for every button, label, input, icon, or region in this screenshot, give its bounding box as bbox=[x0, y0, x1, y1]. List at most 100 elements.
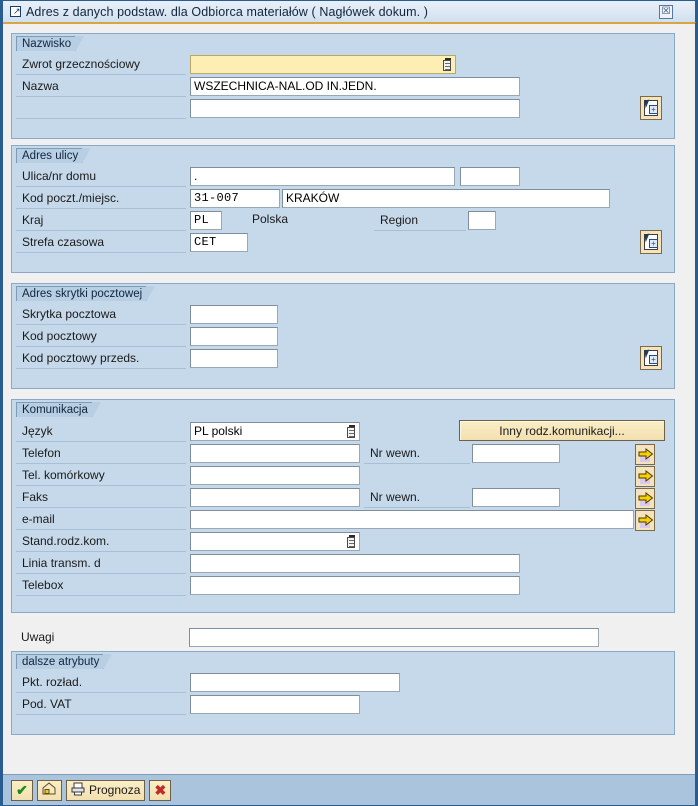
group-dalsze-atrybuty-legend: dalsze atrybuty bbox=[16, 654, 113, 670]
label-zwrot-grzecznosciowy: Zwrot grzecznościowy bbox=[16, 54, 186, 75]
group-komunikacja: Komunikacja Inny rodz.komunikacji... Jęz… bbox=[11, 399, 675, 613]
input-skrytka-pocztowa[interactable] bbox=[190, 305, 278, 324]
bottom-toolbar: ✔ Prognoza ✖ bbox=[3, 774, 695, 805]
label-telebox: Telebox bbox=[16, 575, 186, 596]
row-jezyk: Język PL polski bbox=[12, 421, 676, 442]
close-icon[interactable]: ☒ bbox=[659, 5, 673, 19]
copy-address-button-adres-skrytki[interactable]: + bbox=[640, 346, 662, 370]
lock-house-icon bbox=[42, 781, 57, 799]
label-pod-vat: Pod. VAT bbox=[16, 694, 186, 715]
print-preview-button[interactable]: Prognoza bbox=[66, 779, 146, 801]
group-nazwisko-legend: Nazwisko bbox=[16, 36, 85, 52]
telefon-detail-arrow-button[interactable] bbox=[635, 444, 655, 465]
label-faks-nr-wewn: Nr wewn. bbox=[364, 487, 470, 508]
group-adres-skrytki: Adres skrytki pocztowej Skrytka pocztowa… bbox=[11, 283, 675, 389]
group-adres-ulicy: Adres ulicy Ulica/nr domu . Kod poczt./m… bbox=[11, 145, 675, 273]
label-pkt-rozlad: Pkt. rozład. bbox=[16, 672, 186, 693]
label-jezyk: Język bbox=[16, 421, 186, 442]
email-detail-arrow-button[interactable] bbox=[635, 510, 655, 531]
label-nazwa: Nazwa bbox=[16, 76, 186, 97]
input-nazwa[interactable]: WSZECHNICA-NAL.OD IN.JEDN. bbox=[190, 77, 520, 96]
row-nazwa: Nazwa WSZECHNICA-NAL.OD IN.JEDN. bbox=[12, 76, 676, 97]
input-nr-domu[interactable] bbox=[460, 167, 520, 186]
label-kraj: Kraj bbox=[16, 210, 186, 231]
title-bar: ↗ Adres z danych podstaw. dla Odbiorca m… bbox=[3, 1, 695, 24]
printer-icon bbox=[71, 782, 85, 799]
row-nazwa-2 bbox=[12, 98, 676, 119]
input-jezyk[interactable]: PL polski bbox=[190, 422, 360, 441]
input-linia-transm[interactable] bbox=[190, 554, 520, 573]
confirm-button[interactable]: ✔ bbox=[11, 779, 33, 801]
label-email: e-mail bbox=[16, 509, 186, 530]
label-ulica-nr-domu: Ulica/nr domu bbox=[16, 166, 186, 187]
input-faks[interactable] bbox=[190, 488, 360, 507]
row-linia-transm: Linia transm. d bbox=[12, 553, 676, 574]
input-telefon[interactable] bbox=[190, 444, 360, 463]
input-kod-pocztowy-przeds[interactable] bbox=[190, 349, 278, 368]
copy-address-button-adres-ulicy[interactable]: + bbox=[640, 230, 662, 254]
right-arrow-icon bbox=[638, 470, 654, 483]
input-stand-rodz-kom[interactable] bbox=[190, 532, 360, 551]
matchcode-icon[interactable] bbox=[442, 58, 453, 72]
right-arrow-icon bbox=[638, 448, 654, 461]
row-kod-pocztowy-skrytki: Kod pocztowy bbox=[12, 326, 676, 347]
row-tel-komorkowy: Tel. komórkowy bbox=[12, 465, 676, 486]
input-telebox[interactable] bbox=[190, 576, 520, 595]
input-uwagi[interactable] bbox=[189, 628, 599, 647]
matchcode-icon[interactable] bbox=[346, 425, 357, 439]
label-kod-pocztowy-skrytki: Kod pocztowy bbox=[16, 326, 186, 347]
group-nazwisko: Nazwisko Zwrot grzecznościowy Nazwa WSZE… bbox=[11, 33, 675, 139]
window-title: Adres z danych podstaw. dla Odbiorca mat… bbox=[26, 4, 429, 19]
label-tel-komorkowy: Tel. komórkowy bbox=[16, 465, 186, 486]
input-miejscowosc[interactable]: KRAKÓW bbox=[282, 189, 610, 208]
input-strefa-czasowa[interactable]: CET bbox=[190, 233, 248, 252]
group-adres-ulicy-legend: Adres ulicy bbox=[16, 148, 92, 164]
label-uwagi: Uwagi bbox=[21, 630, 55, 644]
row-kod-poczt-miejsc: Kod poczt./miejsc. 31-007 KRAKÓW bbox=[12, 188, 676, 209]
row-telefon: Telefon Nr wewn. bbox=[12, 443, 676, 464]
row-kraj: Kraj PL Polska Region bbox=[12, 210, 676, 231]
label-skrytka-pocztowa: Skrytka pocztowa bbox=[16, 304, 186, 325]
copy-address-button-nazwisko[interactable]: + bbox=[640, 96, 662, 120]
input-nazwa-2[interactable] bbox=[190, 99, 520, 118]
matchcode-icon[interactable] bbox=[346, 535, 357, 549]
cancel-button[interactable]: ✖ bbox=[149, 779, 172, 801]
input-kod-pocztowy[interactable]: 31-007 bbox=[190, 189, 280, 208]
row-stand-rodz-kom: Stand.rodz.kom. bbox=[12, 531, 676, 552]
input-faks-nr-wewn[interactable] bbox=[472, 488, 560, 507]
label-region: Region bbox=[374, 210, 466, 231]
label-telefon-nr-wewn: Nr wewn. bbox=[364, 443, 470, 464]
text-kraj-nazwa: Polska bbox=[252, 212, 289, 226]
input-zwrot-grzecznosciowy[interactable] bbox=[190, 55, 456, 74]
row-pkt-rozlad: Pkt. rozład. bbox=[12, 672, 676, 693]
right-arrow-icon bbox=[638, 514, 654, 527]
label-telefon: Telefon bbox=[16, 443, 186, 464]
row-faks: Faks Nr wewn. bbox=[12, 487, 676, 508]
tel-komorkowy-detail-arrow-button[interactable] bbox=[635, 466, 655, 487]
row-strefa-czasowa: Strefa czasowa CET bbox=[12, 232, 676, 253]
input-tel-komorkowy[interactable] bbox=[190, 466, 360, 485]
row-email: e-mail bbox=[12, 509, 676, 530]
input-email[interactable] bbox=[190, 510, 634, 529]
window-doc-icon: ↗ bbox=[9, 5, 23, 18]
row-kod-pocztowy-przeds: Kod pocztowy przeds. bbox=[12, 348, 676, 369]
dialog-window: ↗ Adres z danych podstaw. dla Odbiorca m… bbox=[0, 0, 698, 806]
input-region[interactable] bbox=[468, 211, 496, 230]
input-telefon-nr-wewn[interactable] bbox=[472, 444, 560, 463]
faks-detail-arrow-button[interactable] bbox=[635, 488, 655, 509]
green-check-icon: ✔ bbox=[16, 782, 28, 798]
print-preview-label: Prognoza bbox=[89, 783, 141, 797]
label-strefa-czasowa: Strefa czasowa bbox=[16, 232, 186, 253]
input-kraj[interactable]: PL bbox=[190, 211, 222, 230]
row-telebox: Telebox bbox=[12, 575, 676, 596]
lock-button[interactable] bbox=[37, 779, 62, 801]
group-dalsze-atrybuty: dalsze atrybuty Pkt. rozład. Pod. VAT bbox=[11, 651, 675, 735]
row-ulica-nr-domu: Ulica/nr domu . bbox=[12, 166, 676, 187]
input-kod-pocztowy-skrytki[interactable] bbox=[190, 327, 278, 346]
red-x-icon: ✖ bbox=[154, 782, 167, 798]
input-ulica[interactable]: . bbox=[190, 167, 455, 186]
group-adres-skrytki-legend: Adres skrytki pocztowej bbox=[16, 286, 156, 302]
input-pkt-rozlad[interactable] bbox=[190, 673, 400, 692]
row-pod-vat: Pod. VAT bbox=[12, 694, 676, 715]
input-pod-vat[interactable] bbox=[190, 695, 360, 714]
